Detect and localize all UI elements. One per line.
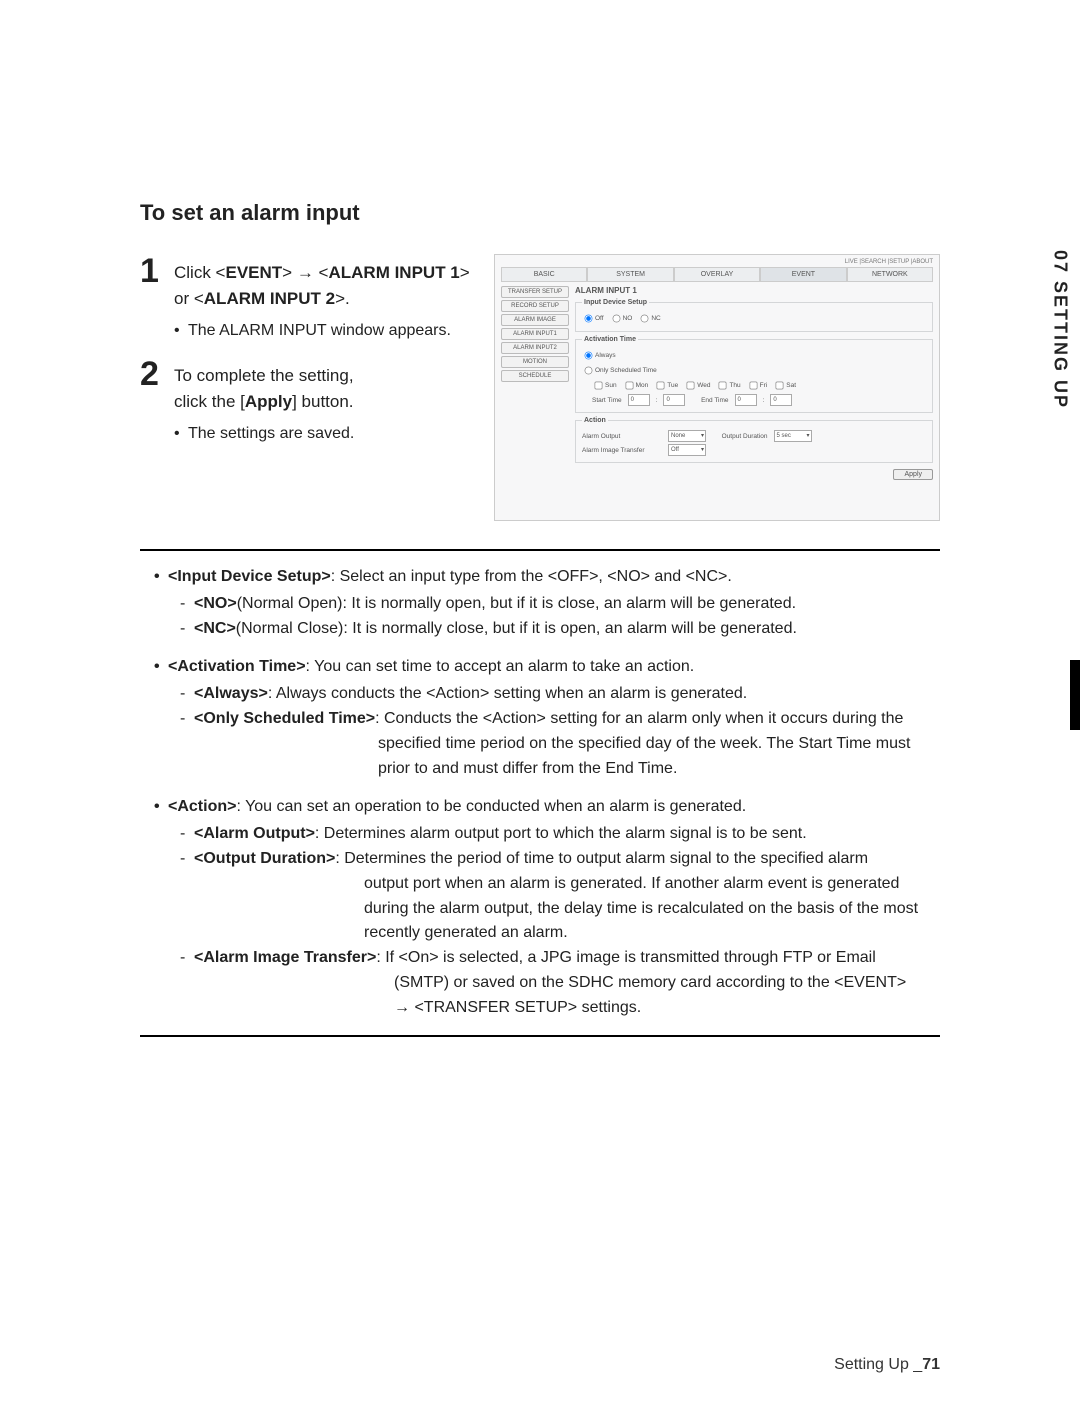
end-m[interactable]: 0: [770, 394, 792, 406]
text: To complete the setting,: [174, 366, 354, 385]
note-input-device: <Input Device Setup>: Select an input ty…: [140, 565, 940, 641]
text: Click <: [174, 263, 225, 282]
page-footer: Setting Up _71: [834, 1356, 940, 1374]
notes-block: <Input Device Setup>: Select an input ty…: [140, 565, 940, 1021]
kw-alarm-input-2: ALARM INPUT 2: [204, 289, 335, 308]
chk-fri[interactable]: Fri: [747, 379, 768, 392]
sb-motion[interactable]: MOTION: [501, 356, 569, 368]
text: >.: [335, 289, 350, 308]
kw-apply: Apply: [245, 392, 292, 411]
note-action: <Action>: You can set an operation to be…: [140, 795, 940, 1020]
radio-always[interactable]: Always: [582, 349, 616, 362]
steps-column: 1 Click <EVENT> → <ALARM INPUT 1> or <AL…: [140, 254, 470, 460]
tab-overlay[interactable]: OVERLAY: [674, 267, 760, 282]
radio-scheduled[interactable]: Only Scheduled Time: [582, 364, 657, 377]
ui-screenshot: LIVE |SEARCH |SETUP |ABOUT BASIC SYSTEM …: [494, 254, 940, 521]
panel-title: ALARM INPUT 1: [575, 286, 933, 295]
fieldset-input-device: Input Device Setup Off NO NC: [575, 299, 933, 332]
chk-thu[interactable]: Thu: [716, 379, 740, 392]
sidebar: TRANSFER SETUP RECORD SETUP ALARM IMAGE …: [501, 286, 569, 480]
end-time-label: End Time: [701, 397, 728, 404]
legend: Input Device Setup: [582, 299, 649, 306]
step-sub: The ALARM INPUT window appears.: [188, 319, 470, 343]
output-duration-select[interactable]: 5 sec: [774, 430, 812, 442]
text: <: [314, 263, 329, 282]
tab-system[interactable]: SYSTEM: [587, 267, 673, 282]
tab-bar: BASIC SYSTEM OVERLAY EVENT NETWORK: [501, 267, 933, 282]
step-1: 1 Click <EVENT> → <ALARM INPUT 1> or <AL…: [140, 254, 470, 343]
day-checkboxes: Sun Mon Tue Wed Thu Fri Sat: [582, 379, 926, 392]
sb-alarm-image[interactable]: ALARM IMAGE: [501, 314, 569, 326]
text: click the [: [174, 392, 245, 411]
tab-network[interactable]: NETWORK: [847, 267, 933, 282]
step-number: 1: [140, 254, 164, 343]
chk-mon[interactable]: Mon: [623, 379, 649, 392]
chk-sun[interactable]: Sun: [592, 379, 617, 392]
alarm-output-select[interactable]: None: [668, 430, 706, 442]
step-body: To complete the setting, click the [Appl…: [174, 357, 470, 446]
sb-alarm-input-1[interactable]: ALARM INPUT1: [501, 328, 569, 340]
alarm-image-transfer-select[interactable]: Off: [668, 444, 706, 456]
fieldset-action: Action Alarm Output None Output Duration…: [575, 417, 933, 463]
thumb-index: [1070, 660, 1080, 730]
kw-event: EVENT: [225, 263, 282, 282]
note-activation-time: <Activation Time>: You can set time to a…: [140, 655, 940, 781]
text: ] button.: [292, 392, 353, 411]
start-h[interactable]: 0: [628, 394, 650, 406]
tab-event[interactable]: EVENT: [760, 267, 846, 282]
side-tab: 07 SETTING UP: [1040, 250, 1080, 414]
radio-off[interactable]: Off: [582, 312, 604, 325]
sb-alarm-input-2[interactable]: ALARM INPUT2: [501, 342, 569, 354]
step-2: 2 To complete the setting, click the [Ap…: [140, 357, 470, 446]
step-number: 2: [140, 357, 164, 446]
footer-label: Setting Up _: [834, 1356, 922, 1373]
side-tab-text: 07 SETTING UP: [1050, 250, 1071, 409]
alarm-image-transfer-label: Alarm Image Transfer: [582, 447, 662, 454]
page-number: 71: [922, 1356, 940, 1373]
sb-schedule[interactable]: SCHEDULE: [501, 370, 569, 382]
radio-nc[interactable]: NC: [638, 312, 660, 325]
output-duration-label: Output Duration: [722, 433, 768, 440]
section-title: To set an alarm input: [140, 200, 940, 226]
chk-tue[interactable]: Tue: [654, 379, 678, 392]
step-sub: The settings are saved.: [188, 422, 470, 446]
legend: Activation Time: [582, 336, 638, 343]
legend: Action: [582, 417, 608, 424]
apply-button[interactable]: Apply: [893, 469, 933, 480]
fieldset-activation-time: Activation Time Always Only Scheduled Ti…: [575, 336, 933, 413]
arrow-icon: →: [297, 260, 314, 286]
tab-basic[interactable]: BASIC: [501, 267, 587, 282]
alarm-output-label: Alarm Output: [582, 433, 662, 440]
chk-sat[interactable]: Sat: [773, 379, 796, 392]
divider: [140, 549, 940, 551]
sb-transfer-setup[interactable]: TRANSFER SETUP: [501, 286, 569, 298]
end-h[interactable]: 0: [735, 394, 757, 406]
radio-no[interactable]: NO: [610, 312, 633, 325]
sb-record-setup[interactable]: RECORD SETUP: [501, 300, 569, 312]
top-links[interactable]: LIVE |SEARCH |SETUP |ABOUT: [501, 259, 933, 265]
step-body: Click <EVENT> → <ALARM INPUT 1> or <ALAR…: [174, 254, 470, 343]
chk-wed[interactable]: Wed: [684, 379, 710, 392]
kw-alarm-input-1: ALARM INPUT 1: [328, 263, 459, 282]
text: >: [282, 263, 297, 282]
start-m[interactable]: 0: [663, 394, 685, 406]
arrow-icon: →: [394, 996, 410, 1021]
divider: [140, 1035, 940, 1037]
start-time-label: Start Time: [592, 397, 622, 404]
